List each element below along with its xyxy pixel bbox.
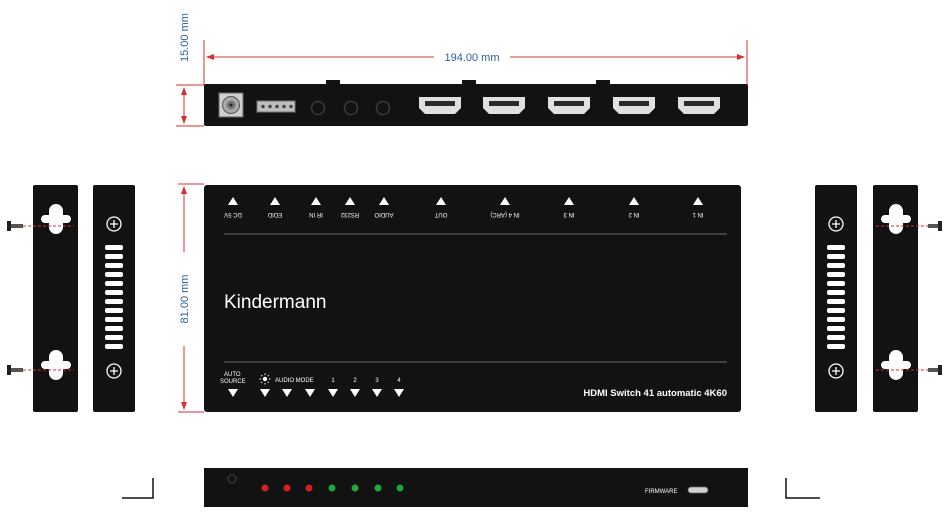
width-label: 81.00 mm — [179, 275, 191, 324]
height-label: 15.00 mm — [179, 13, 191, 62]
hdmi-in1-port-icon — [678, 97, 720, 114]
audio-mode-label: AUDIO MODE — [275, 378, 314, 384]
status-led-icon — [283, 484, 291, 492]
port-label-ir: IR IN — [309, 211, 323, 217]
source-label: SOURCE — [220, 379, 246, 385]
dc-jack-icon — [218, 92, 244, 118]
port-label-edid: EDID — [267, 211, 282, 217]
length-label: 194.00 mm — [444, 52, 499, 64]
status-led-icon — [396, 484, 404, 492]
port-label-audio: AUDIO — [374, 211, 393, 217]
brand-logo: Kindermann — [224, 292, 326, 313]
status-led-icon — [351, 484, 359, 492]
status-led-icon — [328, 484, 336, 492]
hdmi-in2-port-icon — [613, 97, 655, 114]
right-bracket-side — [873, 185, 918, 412]
hdmi-out-port-icon — [419, 97, 461, 114]
usb-port-icon — [687, 486, 709, 494]
port-label-in2: IN 2 — [628, 211, 640, 217]
length-dimension: 194.00 mm — [203, 40, 748, 85]
front-view: FIRMWARE — [122, 468, 820, 507]
port-label-in4: IN 4 (ARC) — [490, 211, 519, 217]
product-name: HDMI Switch 41 automatic 4K60 — [583, 388, 727, 399]
hdmi-in3-port-icon — [548, 97, 590, 114]
left-bracket-side — [33, 185, 78, 412]
left-bracket-front — [93, 185, 135, 412]
technical-drawing: 194.00 mm 15.00 mm 81.00 mm DC 5V EDID I… — [7, 13, 942, 507]
hdmi-in4-port-icon — [483, 97, 525, 114]
port-label-in3: IN 3 — [563, 211, 575, 217]
height-dimension: 15.00 mm — [176, 13, 204, 127]
top-view: DC 5V EDID IR IN RS232 AUDIO OUT IN 4 (A… — [204, 185, 741, 412]
right-bracket-front — [815, 185, 857, 412]
rear-view — [204, 80, 748, 126]
terminal-block-icon — [256, 100, 296, 113]
port-label-rs232: RS232 — [340, 211, 359, 217]
port-label-out: OUT — [434, 211, 447, 217]
width-dimension: 81.00 mm — [178, 183, 204, 413]
port-label-in1: IN 1 — [692, 211, 704, 217]
auto-label: AUTO — [224, 372, 241, 378]
status-led-icon — [305, 484, 313, 492]
status-led-icon — [374, 484, 382, 492]
port-label-dc: DC 5V — [224, 211, 242, 217]
firmware-label: FIRMWARE — [645, 489, 677, 495]
status-led-icon — [261, 484, 269, 492]
